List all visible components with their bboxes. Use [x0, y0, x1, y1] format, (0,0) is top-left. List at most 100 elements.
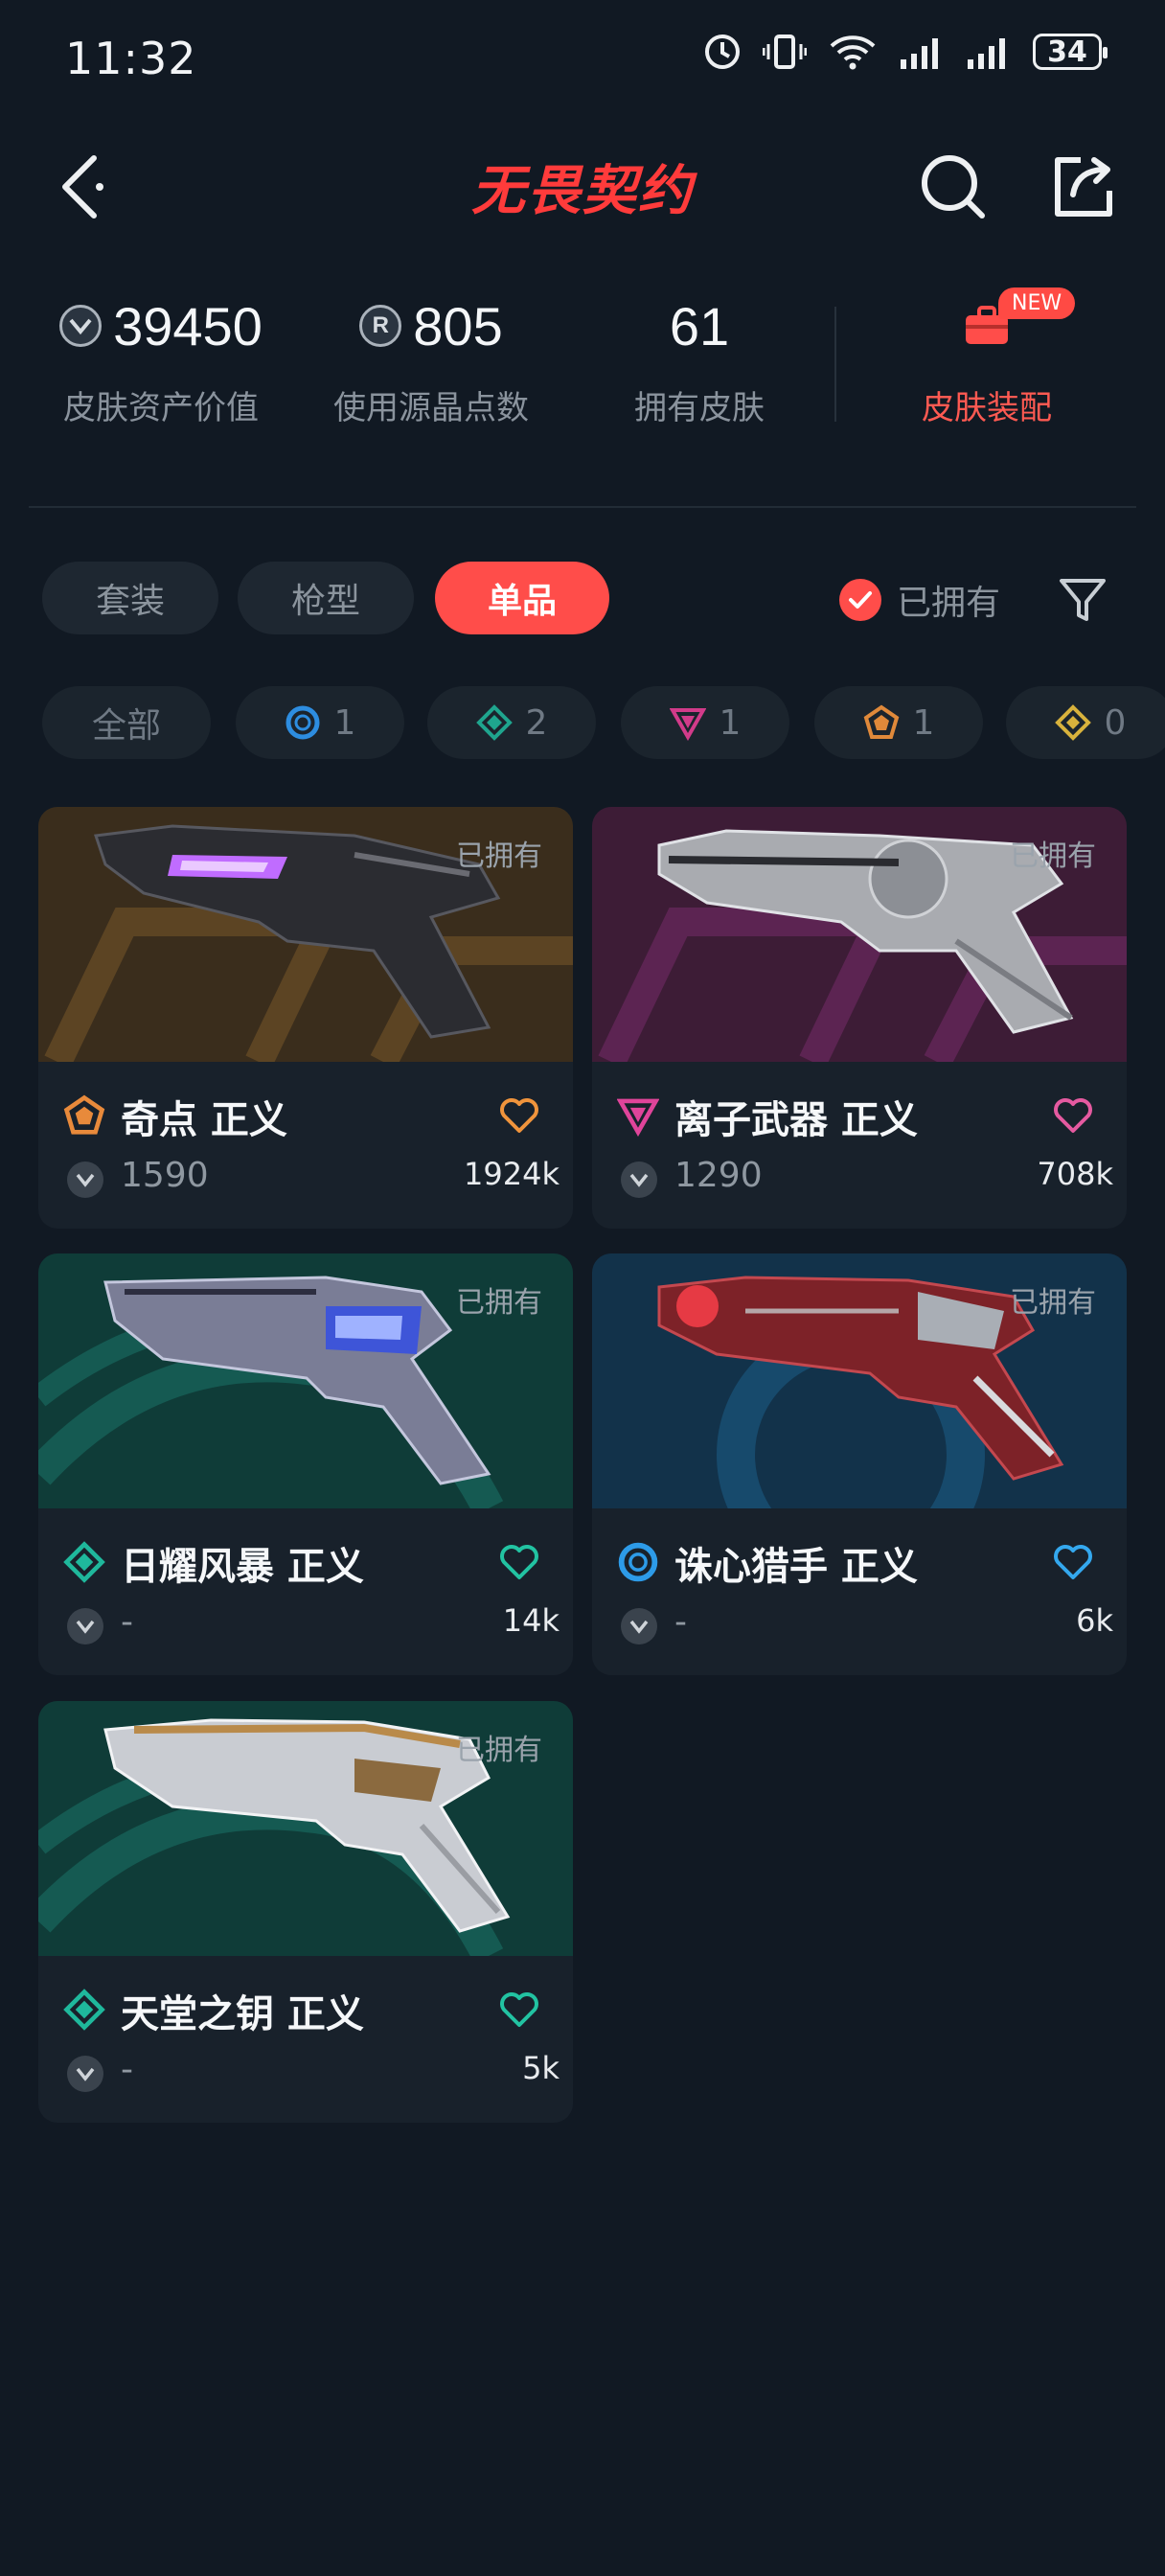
rarity-filter-all[interactable]: 全部 [42, 686, 211, 759]
app-logo-text: 无畏契约 [471, 159, 694, 220]
skin-image: 已拥有 [592, 1254, 1127, 1508]
skin-image: 已拥有 [38, 807, 573, 1062]
vp-coin-icon [59, 305, 103, 347]
top-navigation: 无畏契约 [0, 134, 1165, 240]
stat-asset-value: 39450 皮肤资产价值 [17, 288, 305, 428]
rarity-orange-icon [863, 704, 899, 739]
rarity-filter-label: 1 [912, 702, 935, 743]
stat-value: 805 [413, 295, 503, 356]
heart-icon[interactable] [498, 1094, 540, 1137]
owned-tag: 已拥有 [456, 1734, 542, 1767]
radianite-icon: R [359, 305, 402, 347]
checkmark-icon [839, 579, 881, 621]
rarity-filter-row: 全部 1 2 1 1 0 [0, 686, 1165, 763]
skin-card[interactable]: 已拥有 奇点 正义 1924k 1590 [38, 807, 573, 1229]
stat-value: 61 [669, 295, 730, 356]
rarity-filter-label: 全部 [91, 706, 161, 746]
vp-coin-icon [621, 1608, 657, 1644]
stats-row: 39450 皮肤资产价值 R 805 使用源晶点数 61 拥有皮肤 NEW 皮肤… [0, 288, 1165, 450]
divider [834, 307, 836, 422]
rarity-filter-teal[interactable]: 2 [427, 686, 596, 759]
alarm-icon [705, 34, 740, 69]
rarity-filter-gold[interactable]: 0 [1006, 686, 1165, 759]
owned-tag: 已拥有 [1010, 1286, 1096, 1320]
rarity-filter-label: 0 [1104, 702, 1127, 743]
rarity-filter-orange[interactable]: 1 [814, 686, 983, 759]
share-button[interactable] [1044, 149, 1121, 225]
skin-price: - [121, 2050, 133, 2089]
owned-filter-label: 已拥有 [897, 584, 1001, 623]
signal-icon [968, 38, 1005, 69]
heart-icon[interactable] [1052, 1541, 1094, 1583]
skin-card[interactable]: 已拥有 日耀风暴 正义 14k - [38, 1254, 573, 1675]
rarity-filter-pink[interactable]: 1 [621, 686, 789, 759]
chevron-left-icon [62, 155, 103, 218]
skin-name: 诛心猎手 正义 [674, 1545, 918, 1589]
skin-price: 1590 [121, 1156, 209, 1195]
wifi-icon [830, 35, 876, 70]
filter-button[interactable] [1054, 571, 1111, 629]
stat-owned-skins: 61 拥有皮肤 [556, 288, 843, 428]
heart-icon[interactable] [498, 1541, 540, 1583]
search-button[interactable] [915, 149, 992, 225]
skin-image: 已拥有 [38, 1701, 573, 1956]
skin-image: 已拥有 [592, 807, 1127, 1062]
skin-name: 天堂之钥 正义 [121, 1992, 364, 2036]
battery-icon: 34 [1033, 34, 1108, 70]
owned-tag: 已拥有 [456, 840, 542, 873]
vibrate-icon [763, 34, 807, 69]
stat-label: 皮肤资产价值 [63, 389, 259, 427]
rarity-filter-label: 1 [719, 702, 742, 743]
like-count: 1924k [464, 1156, 560, 1192]
status-icons: 34 [703, 33, 1108, 71]
like-count: 6k [1076, 1602, 1113, 1639]
tab-single-item[interactable]: 单品 [435, 562, 609, 634]
skin-card[interactable]: 已拥有 离子武器 正义 708k 1290 [592, 807, 1127, 1229]
skin-card[interactable]: 已拥有 诛心猎手 正义 6k - [592, 1254, 1127, 1675]
skin-name: 奇点 正义 [121, 1098, 287, 1142]
stat-value: 39450 [113, 295, 263, 356]
owned-tag: 已拥有 [456, 1286, 542, 1320]
rarity-filter-label: 1 [333, 702, 356, 743]
skin-price: - [674, 1602, 687, 1642]
rarity-gold-icon [1054, 704, 1091, 741]
status-bar: 11:32 34 [0, 0, 1165, 115]
skin-card[interactable]: 已拥有 天堂之钥 正义 5k - [38, 1701, 573, 2123]
tab-sets[interactable]: 套装 [42, 562, 218, 634]
stat-radianite-points: R 805 使用源晶点数 [287, 288, 575, 428]
share-icon [1055, 157, 1112, 217]
rarity-teal-icon [63, 1989, 105, 2031]
rarity-filter-blue[interactable]: 1 [236, 686, 404, 759]
rarity-teal-icon [475, 704, 513, 741]
battery-level: 34 [1047, 34, 1087, 69]
skin-price: - [121, 1602, 133, 1642]
heart-icon[interactable] [1052, 1094, 1094, 1137]
new-badge: NEW [998, 288, 1076, 319]
vp-coin-icon [67, 2056, 103, 2092]
rarity-pink-icon [617, 1098, 659, 1137]
skin-name: 日耀风暴 正义 [121, 1545, 364, 1589]
rarity-pink-icon [669, 708, 706, 741]
status-time: 11:32 [65, 33, 197, 84]
rarity-filter-label: 2 [525, 702, 548, 743]
skin-config-label: 皮肤装配 [922, 389, 1052, 427]
like-count: 708k [1037, 1156, 1113, 1192]
rarity-orange-icon [63, 1094, 105, 1135]
filter-icon [1060, 579, 1106, 621]
skin-image: 已拥有 [38, 1254, 573, 1508]
tab-weapon-type[interactable]: 枪型 [238, 562, 414, 634]
heart-icon[interactable] [498, 1989, 540, 2031]
skin-price: 1290 [674, 1156, 763, 1195]
rarity-blue-icon [286, 705, 320, 740]
vp-coin-icon [67, 1162, 103, 1198]
vp-coin-icon [67, 1608, 103, 1644]
search-icon [922, 155, 985, 218]
rarity-teal-icon [63, 1541, 105, 1583]
category-tabs: 套装 枪型 单品 已拥有 [0, 562, 1165, 638]
back-button[interactable] [48, 144, 115, 230]
stat-label: 使用源晶点数 [333, 389, 529, 427]
skin-config-button[interactable]: NEW 皮肤装配 [862, 288, 1111, 428]
like-count: 14k [502, 1602, 560, 1639]
owned-filter-toggle[interactable]: 已拥有 [839, 575, 1000, 625]
owned-tag: 已拥有 [1010, 840, 1096, 873]
